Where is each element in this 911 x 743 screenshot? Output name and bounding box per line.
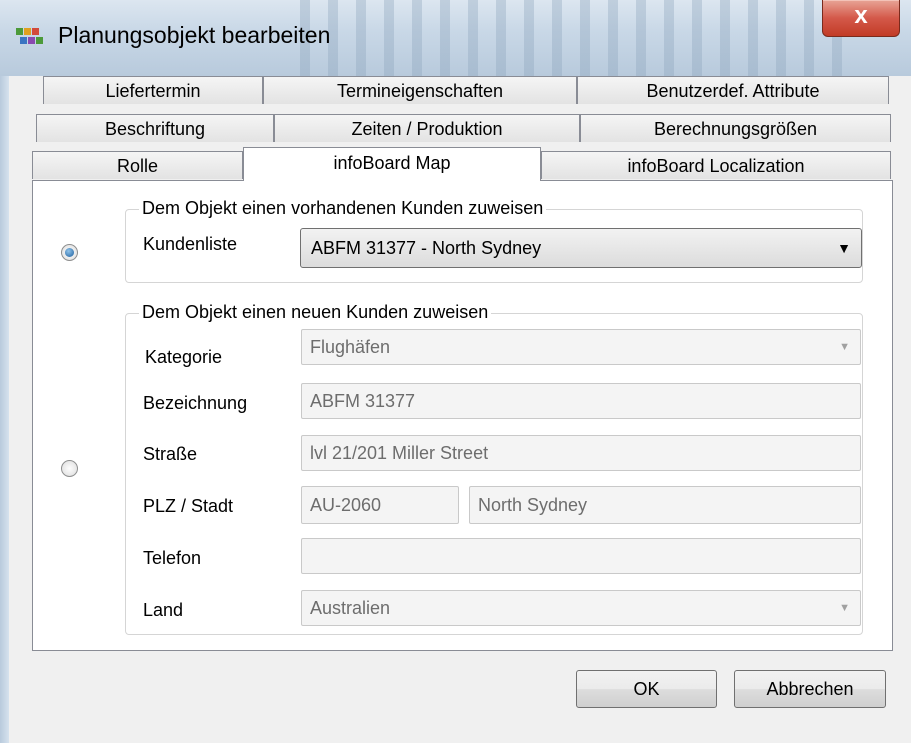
- stadt-field[interactable]: North Sydney: [469, 486, 861, 524]
- close-button[interactable]: x: [822, 0, 900, 37]
- kategorie-label: Kategorie: [145, 347, 223, 367]
- land-dropdown[interactable]: Australien ▼: [301, 590, 861, 626]
- existing-customer-group-title: Dem Objekt einen vorhandenen Kunden zuwe…: [139, 198, 547, 219]
- tab-termineigenschaften[interactable]: Termineigenschaften: [263, 76, 577, 104]
- strasse-field[interactable]: lvl 21/201 Miller Street: [301, 435, 861, 471]
- tab-rolle[interactable]: Rolle: [32, 151, 243, 179]
- window-frame: [0, 76, 9, 743]
- tab-panel-infoboard-map: Dem Objekt einen vorhandenen Kunden zuwe…: [32, 180, 893, 651]
- tab-infoboard-localization[interactable]: infoBoard Localization: [541, 151, 891, 179]
- kundenliste-label: Kundenliste: [143, 234, 238, 254]
- tab-zeiten-produktion[interactable]: Zeiten / Produktion: [274, 114, 580, 142]
- kundenliste-value: ABFM 31377 - North Sydney: [311, 238, 542, 258]
- title-bar-background: [300, 0, 860, 76]
- close-icon: x: [854, 2, 868, 29]
- ok-button[interactable]: OK: [576, 670, 717, 708]
- kategorie-dropdown[interactable]: Flughäfen ▼: [301, 329, 861, 365]
- tab-liefertermin[interactable]: Liefertermin: [43, 76, 263, 104]
- cancel-button[interactable]: Abbrechen: [734, 670, 886, 708]
- tab-berechnungsgroessen[interactable]: Berechnungsgrößen: [580, 114, 891, 142]
- existing-customer-radio[interactable]: [61, 244, 78, 261]
- tab-benutzerdef-attribute[interactable]: Benutzerdef. Attribute: [577, 76, 889, 104]
- telefon-field[interactable]: [301, 538, 861, 574]
- chevron-down-icon: ▼: [839, 602, 850, 614]
- planning-app-icon: [16, 26, 46, 50]
- bezeichnung-field[interactable]: ABFM 31377: [301, 383, 861, 419]
- chevron-down-icon: ▼: [839, 341, 850, 353]
- bezeichnung-label: Bezeichnung: [143, 393, 248, 413]
- tab-beschriftung[interactable]: Beschriftung: [36, 114, 274, 142]
- window-title: Planungsobjekt bearbeiten: [58, 22, 331, 48]
- plz-field[interactable]: AU-2060: [301, 486, 459, 524]
- kundenliste-dropdown[interactable]: ABFM 31377 - North Sydney ▼: [300, 228, 862, 268]
- new-customer-group-title: Dem Objekt einen neuen Kunden zuweisen: [139, 302, 492, 323]
- telefon-label: Telefon: [143, 548, 202, 568]
- land-label: Land: [143, 600, 184, 620]
- chevron-down-icon: ▼: [837, 240, 851, 256]
- land-value: Australien: [310, 598, 391, 618]
- strasse-label: Straße: [143, 444, 198, 464]
- dialog-window: Planungsobjekt bearbeiten x Liefertermin…: [0, 0, 911, 743]
- new-customer-radio[interactable]: [61, 460, 78, 477]
- plz-stadt-label: PLZ / Stadt: [143, 496, 234, 516]
- kategorie-value: Flughäfen: [310, 337, 391, 357]
- title-bar[interactable]: Planungsobjekt bearbeiten x: [0, 0, 911, 76]
- tab-infoboard-map[interactable]: infoBoard Map: [243, 147, 541, 181]
